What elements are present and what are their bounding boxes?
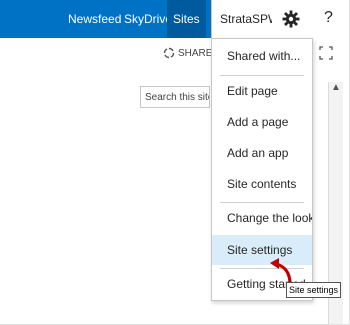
share-button[interactable]: SHARE xyxy=(163,47,212,59)
search-input[interactable]: Search this site xyxy=(140,86,210,108)
focus-content-icon[interactable] xyxy=(319,46,333,60)
menu-item-change-look[interactable]: Change the look xyxy=(212,203,312,233)
menu-item-add-page[interactable]: Add a page xyxy=(212,107,312,137)
nav-skydrive[interactable]: SkyDrive xyxy=(124,12,172,26)
help-button[interactable]: ? xyxy=(310,0,350,38)
help-icon: ? xyxy=(324,9,333,26)
user-menu-button[interactable]: StrataSPWeb▾ xyxy=(211,0,299,38)
gear-icon xyxy=(282,10,300,28)
search-placeholder: Search this site xyxy=(145,92,210,103)
tooltip: Site settings xyxy=(286,282,342,298)
menu-item-edit-page[interactable]: Edit page xyxy=(212,76,312,106)
menu-item-add-app[interactable]: Add an app xyxy=(212,138,312,168)
menu-item-shared-with[interactable]: Shared with... xyxy=(212,41,312,71)
share-icon xyxy=(163,47,175,59)
menu-item-site-contents[interactable]: Site contents xyxy=(212,169,312,199)
nav-sites[interactable]: Sites xyxy=(167,0,206,38)
nav-newsfeed[interactable]: Newsfeed xyxy=(68,12,121,26)
settings-button[interactable] xyxy=(272,0,310,38)
scroll-up-arrow-icon[interactable]: ▲ xyxy=(331,82,341,93)
share-label: SHARE xyxy=(178,48,213,59)
user-dropdown-menu: Shared with... Edit page Add a page Add … xyxy=(211,38,313,301)
menu-item-site-settings[interactable]: Site settings xyxy=(212,235,312,265)
